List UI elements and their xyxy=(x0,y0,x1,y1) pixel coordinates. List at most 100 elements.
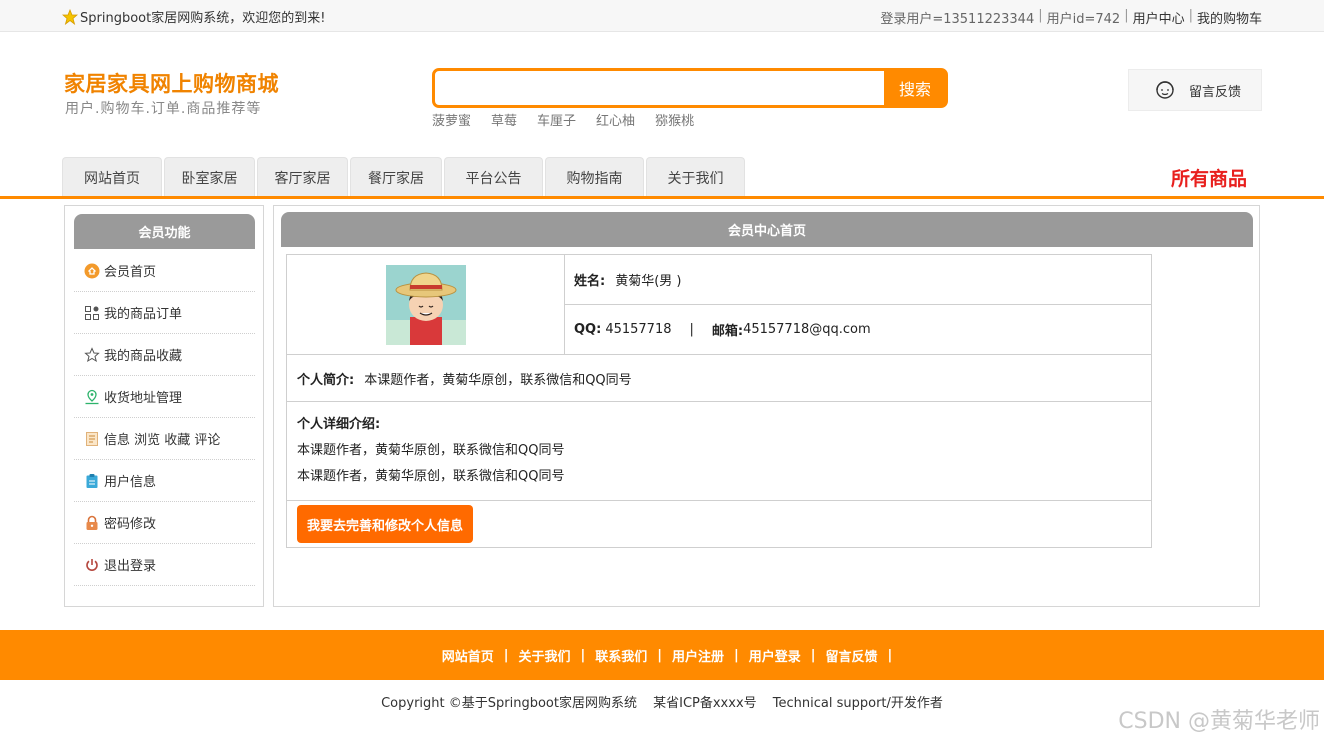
nav-shopping-guide[interactable]: 购物指南 xyxy=(545,157,644,197)
login-user-text: 登录用户=13511223344 xyxy=(880,12,1035,27)
sidebar-item-label: 收货地址管理 xyxy=(104,391,183,406)
top-bar: Springboot家居网购系统，欢迎您的到来! 登录用户=1351122334… xyxy=(0,0,1324,32)
footer-link-feedback[interactable]: 留言反馈 xyxy=(816,646,888,665)
footer-nav: 网站首页 | 关于我们 | 联系我们 | 用户注册 | 用户登录 | 留言反馈 | xyxy=(0,630,1324,680)
sidebar-item-label: 我的商品订单 xyxy=(104,307,183,322)
detail-label: 个人详细介绍: xyxy=(297,417,381,432)
sidebar-item-password[interactable]: 密码修改 xyxy=(74,502,255,544)
copyright-text: Copyright ©基于Springboot家居网购系统 xyxy=(381,696,637,711)
sidebar-item-member-home[interactable]: 会员首页 xyxy=(74,250,255,292)
user-links: 登录用户=13511223344 | 用户id=742 | 用户中心 | 我的购… xyxy=(880,8,1262,27)
feedback-label: 留言反馈 xyxy=(1189,84,1242,100)
order-icon xyxy=(85,305,99,320)
contact-row: QQ: 45157718 | 邮箱: 45157718@qq.com xyxy=(565,305,1151,354)
separator: | xyxy=(1038,8,1043,23)
hot-keyword[interactable]: 车厘子 xyxy=(537,110,576,129)
document-icon xyxy=(86,431,98,446)
nav-living-room[interactable]: 客厅家居 xyxy=(257,157,348,197)
hot-keyword[interactable]: 红心柚 xyxy=(596,110,635,129)
user-center-link[interactable]: 用户中心 xyxy=(1133,8,1185,27)
search-box: 搜索 xyxy=(432,68,948,108)
hot-keyword[interactable]: 菠萝蜜 xyxy=(432,110,471,129)
main-nav: 网站首页 卧室家居 客厅家居 餐厅家居 平台公告 购物指南 关于我们 xyxy=(62,157,745,197)
email-value: 45157718@qq.com xyxy=(743,322,871,337)
welcome-text: Springboot家居网购系统，欢迎您的到来! xyxy=(80,11,326,26)
footer-separator: | xyxy=(887,647,893,663)
sidebar-item-logout[interactable]: 退出登录 xyxy=(74,544,255,586)
sidebar-item-label: 我的商品收藏 xyxy=(104,349,183,364)
star-icon xyxy=(84,346,100,362)
nav-divider xyxy=(0,196,1324,199)
nav-about[interactable]: 关于我们 xyxy=(646,157,745,197)
hot-keyword[interactable]: 猕猴桃 xyxy=(655,110,694,129)
sidebar-item-label: 会员首页 xyxy=(104,265,157,280)
sidebar-item-label: 用户信息 xyxy=(104,475,157,490)
sidebar-title: 会员功能 xyxy=(74,214,255,249)
separator: | xyxy=(1188,8,1193,23)
location-icon xyxy=(85,389,99,404)
profile-table: 姓名: 黄菊华(男 ) QQ: 45157718 | 邮箱: 45157718@… xyxy=(286,254,1152,548)
sidebar-item-label: 退出登录 xyxy=(104,559,157,574)
qq-label: QQ: xyxy=(574,322,602,337)
site-title[interactable]: 家居家具网上购物商城 xyxy=(64,68,279,98)
detail-line: 本课题作者，黄菊华原创，联系微信和QQ同号 xyxy=(297,443,565,458)
search-input[interactable] xyxy=(435,71,887,105)
footer-link-about[interactable]: 关于我们 xyxy=(508,646,580,665)
panel-title: 会员中心首页 xyxy=(281,212,1253,247)
sidebar-item-label: 密码修改 xyxy=(104,517,157,532)
separator: | xyxy=(1124,8,1129,23)
email-label: 邮箱: xyxy=(711,324,744,339)
sidebar-item-address[interactable]: 收货地址管理 xyxy=(74,376,255,418)
sidebar-item-label: 信息 浏览 收藏 评论 xyxy=(104,433,221,448)
detail-line: 本课题作者，黄菊华原创，联系微信和QQ同号 xyxy=(297,469,565,484)
member-sidebar: 会员功能 会员首页 我的商品订单 我的商品收藏 收货地址管理 信息 浏览 收藏 … xyxy=(64,205,264,607)
qq-value: 45157718 xyxy=(605,322,672,337)
icp-text: 某省ICP备xxxx号 xyxy=(653,696,757,711)
nav-dining-room[interactable]: 餐厅家居 xyxy=(350,157,442,197)
sidebar-menu: 会员首页 我的商品订单 我的商品收藏 收货地址管理 信息 浏览 收藏 评论 用户… xyxy=(74,250,255,586)
name-value: 黄菊华(男 ) xyxy=(615,274,682,289)
sidebar-item-activity[interactable]: 信息 浏览 收藏 评论 xyxy=(74,418,255,460)
feedback-button[interactable]: 留言反馈 xyxy=(1128,69,1262,111)
member-center-panel: 会员中心首页 姓名: 黄菊华(男) QQ: 45157718 | 邮箱: 45… xyxy=(273,205,1260,607)
action-row: 我要去完善和修改个人信息 xyxy=(287,501,1151,547)
nav-bedroom[interactable]: 卧室家居 xyxy=(164,157,255,197)
footer-link-contact[interactable]: 联系我们 xyxy=(585,646,657,665)
intro-value: 本课题作者，黄菊华原创，联系微信和QQ同号 xyxy=(364,372,632,388)
detail-row: 个人详细介绍: 本课题作者，黄菊华原创，联系微信和QQ同号 本课题作者，黄菊华原… xyxy=(287,402,1151,501)
avatar xyxy=(385,264,466,345)
hot-keyword[interactable]: 草莓 xyxy=(491,110,517,129)
footer-link-login[interactable]: 用户登录 xyxy=(739,646,811,665)
hot-keywords: 菠萝蜜 草莓 车厘子 红心柚 猕猴桃 xyxy=(432,110,694,129)
name-contact-cell: 姓名: 黄菊华(男 ) QQ: 45157718 | 邮箱: 45157718@… xyxy=(565,255,1151,354)
edit-profile-button[interactable]: 我要去完善和修改个人信息 xyxy=(297,505,474,543)
sidebar-item-orders[interactable]: 我的商品订单 xyxy=(74,292,255,334)
contact-divider: | xyxy=(689,322,694,337)
all-goods-link[interactable]: 所有商品 xyxy=(1171,164,1247,191)
user-id-text: 用户id=742 xyxy=(1046,12,1121,27)
intro-label: 个人简介: xyxy=(297,372,355,388)
star-icon xyxy=(62,8,78,25)
nav-announcements[interactable]: 平台公告 xyxy=(444,157,543,197)
footer-link-home[interactable]: 网站首页 xyxy=(432,646,504,665)
sidebar-item-favorites[interactable]: 我的商品收藏 xyxy=(74,334,255,376)
avatar-cell xyxy=(287,255,565,354)
name-label: 姓名: xyxy=(574,274,606,289)
intro-row: 个人简介: 本课题作者，黄菊华原创，联系微信和QQ同号 xyxy=(287,355,1151,402)
profile-header-row: 姓名: 黄菊华(男 ) QQ: 45157718 | 邮箱: 45157718@… xyxy=(287,255,1151,355)
power-icon xyxy=(86,558,98,571)
support-text: Technical support/开发作者 xyxy=(772,696,943,711)
footer-link-register[interactable]: 用户注册 xyxy=(662,646,734,665)
lock-icon xyxy=(86,515,98,530)
search-button[interactable]: 搜索 xyxy=(884,70,946,106)
sidebar-item-user-info[interactable]: 用户信息 xyxy=(74,460,255,502)
site-subtitle: 用户.购物车.订单.商品推荐等 xyxy=(65,101,262,117)
welcome-message: Springboot家居网购系统，欢迎您的到来! xyxy=(62,7,325,26)
name-row: 姓名: 黄菊华(男 ) xyxy=(565,255,1151,305)
clipboard-icon xyxy=(86,473,98,488)
customer-service-icon xyxy=(1156,81,1174,99)
nav-home[interactable]: 网站首页 xyxy=(62,157,162,197)
cart-link[interactable]: 我的购物车 xyxy=(1197,8,1262,27)
watermark: CSDN @黄菊华老师 xyxy=(1118,709,1320,734)
home-icon xyxy=(84,263,100,278)
